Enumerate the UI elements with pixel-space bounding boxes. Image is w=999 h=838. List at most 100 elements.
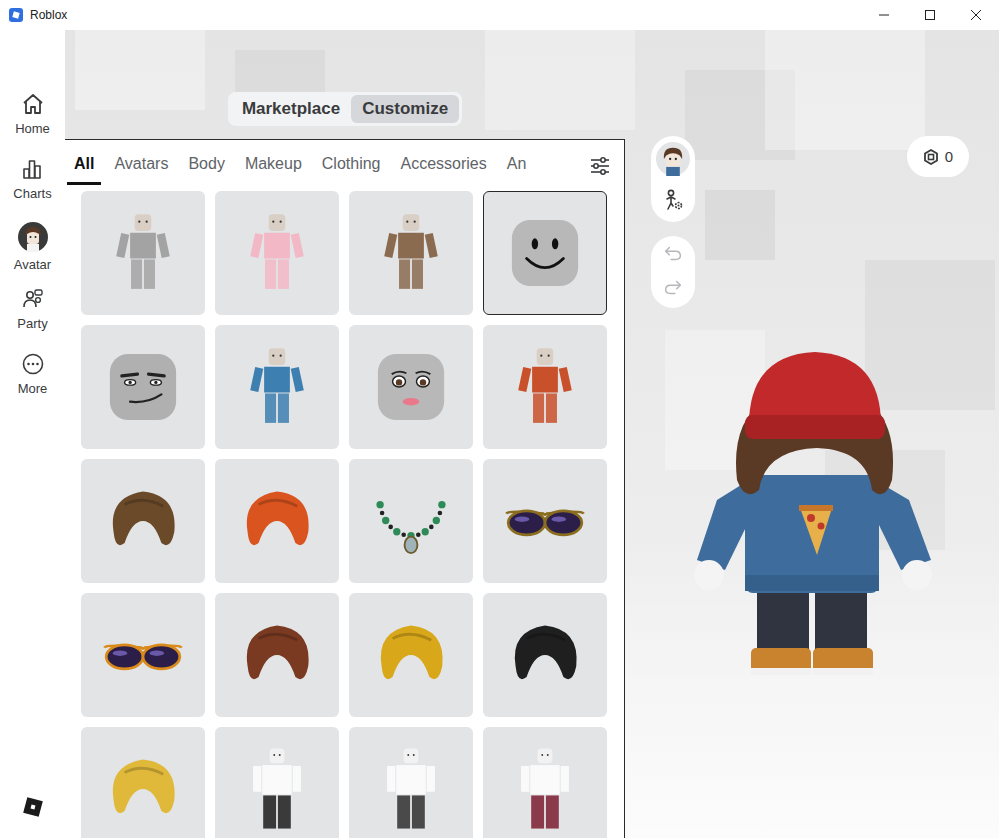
category-tab[interactable]: Makeup (238, 147, 309, 185)
man-face-icon (97, 341, 189, 433)
body-icon (499, 341, 591, 433)
hair-icon (499, 609, 591, 701)
title-bar: Roblox (0, 0, 999, 30)
mode-button[interactable]: Marketplace (231, 95, 351, 123)
roblox-window: Roblox Home Charts Avatar Party More Marketpla… (0, 0, 999, 838)
app-body: Home Charts Avatar Party More MarketplaceCust… (0, 30, 999, 838)
home-icon (21, 92, 45, 116)
avatar-character[interactable] (687, 330, 947, 690)
item-tile[interactable] (349, 593, 473, 717)
inventory-panel: AllAvatarsBodyMakeupClothingAccessoriesA… (65, 139, 625, 838)
hair-icon (97, 743, 189, 835)
sidebar-item[interactable]: Charts (13, 157, 51, 222)
minimize-button[interactable] (861, 0, 907, 30)
body-icon (231, 341, 323, 433)
item-tile[interactable] (349, 191, 473, 315)
sidebar-item[interactable]: More (18, 352, 48, 417)
undo-icon[interactable] (662, 242, 684, 264)
item-tile[interactable] (81, 325, 205, 449)
item-tile[interactable] (215, 325, 339, 449)
item-tile[interactable] (215, 191, 339, 315)
sunglasses-icon (97, 609, 189, 701)
avatar-thumbnail-icon[interactable] (656, 142, 690, 176)
mode-button[interactable]: Customize (351, 95, 459, 123)
clothing-icon (365, 743, 457, 835)
item-tile[interactable] (483, 459, 607, 583)
category-tab[interactable]: Clothing (315, 147, 388, 185)
smile-face-icon (499, 207, 591, 299)
window-title: Roblox (30, 8, 67, 22)
category-tab[interactable]: All (67, 147, 101, 185)
scene-block (865, 260, 995, 410)
necklace-icon (365, 475, 457, 567)
roblox-logo-icon[interactable] (22, 796, 44, 818)
scene-block (485, 30, 635, 130)
scene-block (705, 190, 775, 260)
item-tile[interactable] (215, 593, 339, 717)
category-tab[interactable]: Accessories (394, 147, 494, 185)
item-tile[interactable] (349, 325, 473, 449)
item-tile[interactable] (483, 325, 607, 449)
item-tile[interactable] (81, 593, 205, 717)
party-icon (21, 287, 45, 311)
history-tools (651, 236, 695, 308)
body-icon (365, 207, 457, 299)
item-tile[interactable] (483, 727, 607, 838)
sidebar: Home Charts Avatar Party More (0, 30, 65, 838)
body-icon (231, 207, 323, 299)
charts-icon (20, 157, 44, 181)
tab-list: AllAvatarsBodyMakeupClothingAccessoriesA… (67, 147, 580, 185)
avatar-tools (651, 136, 695, 222)
robux-icon (923, 149, 939, 165)
category-tab[interactable]: Body (181, 147, 231, 185)
scene-block (765, 30, 925, 150)
robux-amount: 0 (945, 148, 953, 165)
filter-icon[interactable] (588, 154, 612, 178)
sunglasses-icon (499, 475, 591, 567)
avatar-preview[interactable]: 0 (625, 30, 999, 838)
hair-icon (97, 475, 189, 567)
category-tab[interactable]: Avatars (107, 147, 175, 185)
category-tab[interactable]: An (500, 147, 534, 185)
avatar-thumbnail-icon (18, 222, 48, 252)
clothing-icon (499, 743, 591, 835)
sidebar-item[interactable]: Avatar (14, 222, 51, 287)
scene-block (75, 30, 205, 110)
redo-icon[interactable] (662, 276, 684, 298)
body-icon (97, 207, 189, 299)
avatar-editor: MarketplaceCustomize AllAvatarsBodyMakeup… (65, 30, 999, 838)
mode-switch: MarketplaceCustomize (228, 92, 462, 126)
avatar-settings-icon[interactable] (661, 188, 685, 212)
hair-icon (231, 475, 323, 567)
item-tile[interactable] (215, 459, 339, 583)
sidebar-item[interactable]: Party (17, 287, 47, 352)
sidebar-label: More (18, 381, 48, 396)
hair-icon (365, 609, 457, 701)
robux-balance[interactable]: 0 (907, 136, 969, 177)
maximize-button[interactable] (907, 0, 953, 30)
item-tile[interactable] (483, 593, 607, 717)
more-icon (21, 352, 45, 376)
item-tile[interactable] (81, 727, 205, 838)
item-tile[interactable] (81, 459, 205, 583)
item-tile[interactable] (349, 459, 473, 583)
hair-icon (231, 609, 323, 701)
woman-face-icon (365, 341, 457, 433)
sidebar-label: Home (15, 121, 50, 136)
sidebar-label: Avatar (14, 257, 51, 272)
item-tile[interactable] (81, 191, 205, 315)
sidebar-label: Charts (13, 186, 51, 201)
window-controls (861, 0, 999, 30)
item-tile[interactable] (483, 191, 607, 315)
clothing-icon (231, 743, 323, 835)
preview-tools (651, 136, 695, 308)
sidebar-label: Party (17, 316, 47, 331)
roblox-logo-icon (9, 8, 23, 22)
item-tile[interactable] (215, 727, 339, 838)
item-grid (65, 191, 624, 838)
close-button[interactable] (953, 0, 999, 30)
sidebar-item[interactable]: Home (15, 92, 50, 157)
category-tabs: AllAvatarsBodyMakeupClothingAccessoriesA… (65, 140, 624, 191)
item-tile[interactable] (349, 727, 473, 838)
maximize-icon (924, 9, 936, 21)
